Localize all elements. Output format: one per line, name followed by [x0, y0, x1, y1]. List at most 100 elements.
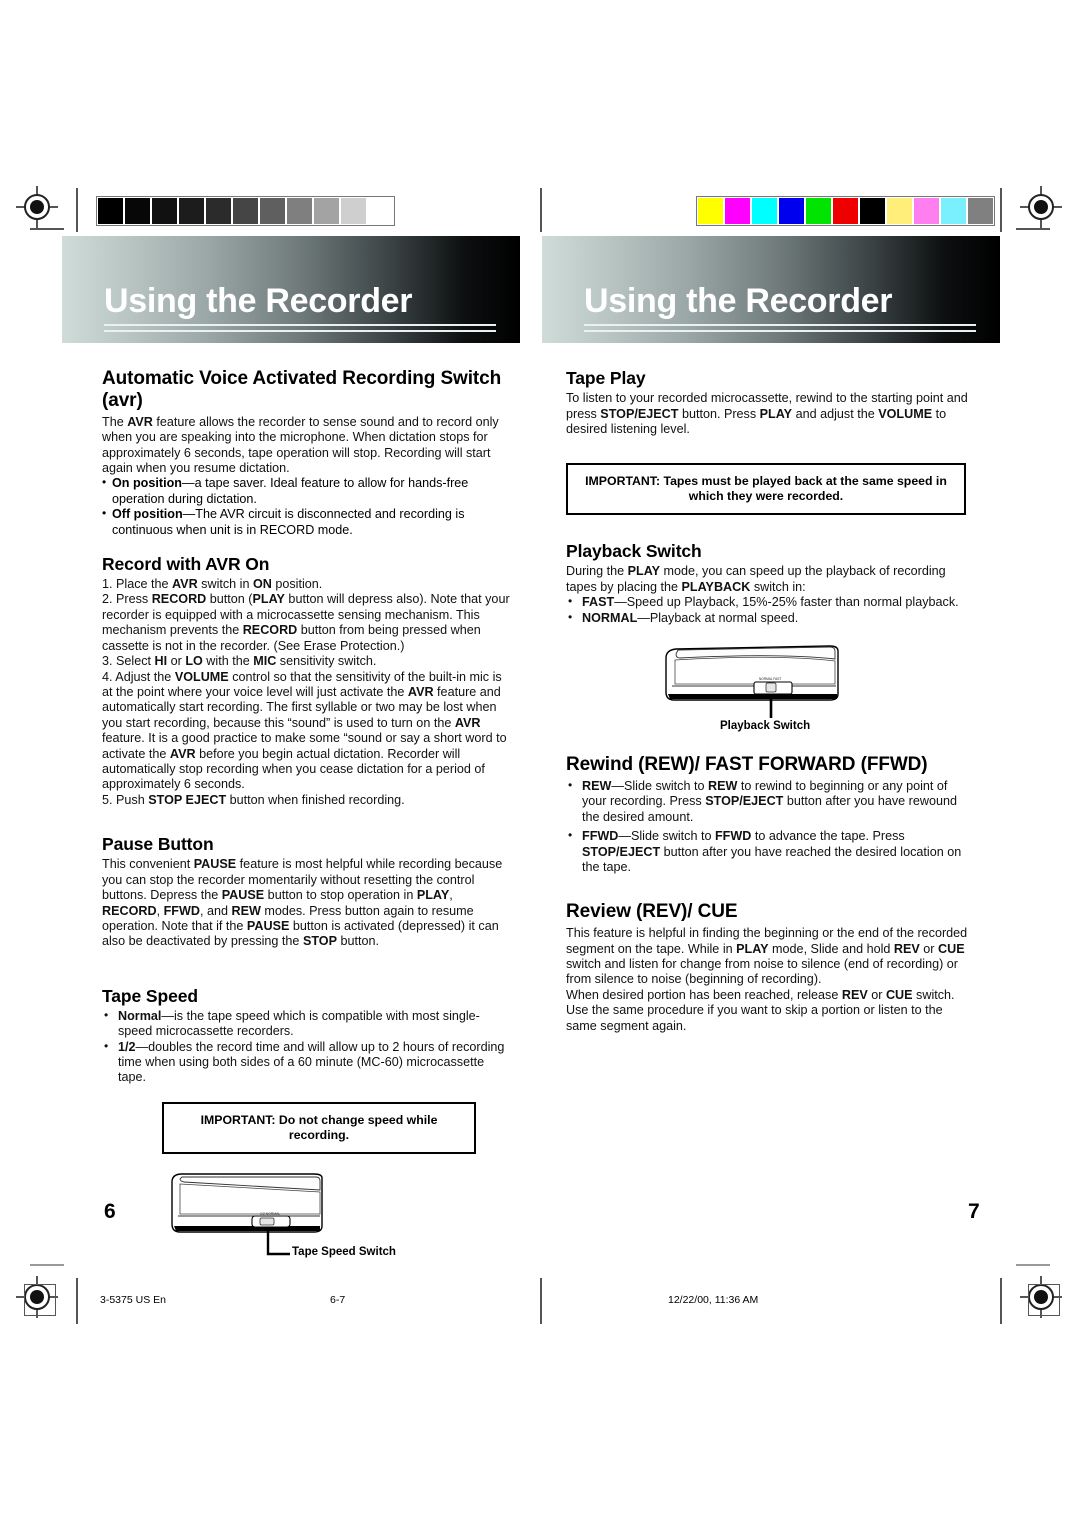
footer-page-range: 6-7	[330, 1294, 346, 1306]
color-swatch	[887, 198, 912, 224]
avr-paragraph: The AVR feature allows the recorder to s…	[102, 414, 499, 475]
list-item: FAST—Speed up Playback, 15%-25% faster t…	[566, 594, 974, 610]
playback-text: —Playback at normal speed.	[637, 610, 799, 625]
record-step-5: 5. Push STOP EJECT button when finished …	[102, 792, 405, 807]
page-number-left: 6	[104, 1200, 116, 1223]
record-step-3: 3. Select HI or LO with the MIC sensitiv…	[102, 654, 377, 669]
color-swatch	[941, 198, 966, 224]
gray-swatch	[179, 198, 204, 224]
grayscale-calibration-bar	[96, 196, 395, 226]
gray-swatch	[341, 198, 366, 224]
tape-speed-text: —is the tape speed which is compatible w…	[118, 1008, 480, 1039]
tape-speed-term: Normal	[118, 1008, 162, 1023]
color-swatch	[779, 198, 804, 224]
trim-tick-top-mid	[540, 188, 542, 232]
color-swatch	[725, 198, 750, 224]
important-box-tape-speed: IMPORTANT: Do not change speed while rec…	[162, 1101, 476, 1154]
gray-swatch	[368, 198, 393, 224]
gray-swatch	[260, 198, 285, 224]
list-item: On position—a tape saver. Ideal feature …	[102, 475, 510, 507]
playback-term: FAST	[582, 595, 615, 610]
important-box-line2: they were recorded.	[727, 489, 844, 504]
playback-switch-illustration: NORMAL FAST Playback Switch	[658, 642, 974, 738]
registration-mark-top-right	[1020, 186, 1062, 228]
list-item: FFWD—Slide switch to FFWD to advance the…	[566, 828, 974, 875]
banner-left: Using the Recorder	[62, 236, 520, 343]
review-cue-paragraph-3: Use the same procedure if you want to sk…	[566, 1003, 943, 1033]
svg-text:NORMAL FAST: NORMAL FAST	[759, 677, 781, 681]
footer-timestamp: 12/22/00, 11:36 AM	[668, 1294, 759, 1306]
heading-review-cue: Review (REV)/ CUE	[566, 901, 738, 923]
footer-divider-left	[76, 1278, 78, 1324]
record-step-4: 4. Adjust the VOLUME control so that the…	[102, 669, 507, 792]
color-swatch	[752, 198, 777, 224]
ffwd-text: —Slide switch to FFWD to advance the tap…	[582, 829, 962, 874]
playback-term: NORMAL	[582, 610, 638, 625]
record-step-1: 1. Place the AVR switch in ON position.	[102, 577, 323, 592]
rewind-text: —Slide switch to REW to rewind to beginn…	[582, 778, 957, 824]
playback-text: —Speed up Playback, 15%-25% faster than …	[614, 595, 959, 610]
list-item: NORMAL—Playback at normal speed.	[566, 610, 974, 626]
color-swatch	[833, 198, 858, 224]
review-cue-paragraph-2: When desired portion has been reached, r…	[566, 987, 955, 1002]
banner-right: Using the Recorder	[542, 236, 1000, 343]
left-page-content: Automatic Voice Activated Recording Swit…	[102, 368, 510, 1268]
tape-speed-bullet-list: Normal—is the tape speed which is compat…	[102, 1008, 510, 1086]
playback-switch-callout: Playback Switch	[720, 720, 811, 733]
trim-tick-edge-right	[1016, 1264, 1050, 1266]
pause-button-paragraph: This convenient PAUSE feature is most he…	[102, 857, 503, 949]
color-swatch	[968, 198, 993, 224]
color-swatch	[698, 198, 723, 224]
tape-play-paragraph: To listen to your recorded microcassette…	[566, 391, 968, 436]
banner-title-right: Using the Recorder	[584, 282, 893, 320]
gray-swatch	[233, 198, 258, 224]
tape-speed-switch-illustration: 1/2 NORMAL Tape Speed Switch	[164, 1168, 510, 1268]
footer-doc-code: 3-5375 US En	[100, 1294, 166, 1306]
heading-playback-switch: Playback Switch	[566, 541, 702, 562]
footer-divider-center	[540, 1278, 542, 1324]
list-item: Normal—is the tape speed which is compat…	[102, 1008, 510, 1040]
gray-swatch	[314, 198, 339, 224]
tape-speed-switch-callout: Tape Speed Switch	[292, 1245, 396, 1258]
gray-swatch	[206, 198, 231, 224]
important-box-text: IMPORTANT: Do not change speed while rec…	[200, 1112, 438, 1142]
color-calibration-bar	[696, 196, 995, 226]
page-number-right: 7	[968, 1200, 980, 1223]
ffwd-term: FFWD	[582, 829, 619, 844]
registration-mark-bottom-right	[1020, 1276, 1062, 1318]
color-swatch	[860, 198, 885, 224]
footer-divider-right	[1000, 1278, 1002, 1324]
gray-swatch	[125, 198, 150, 224]
trim-tick-edge-left	[30, 1264, 64, 1266]
playback-switch-bullet-list: FAST—Speed up Playback, 15%-25% faster t…	[566, 594, 974, 626]
trim-tick-edge-top-left	[30, 228, 64, 230]
tape-speed-term: 1/2	[118, 1039, 136, 1054]
gray-swatch	[152, 198, 177, 224]
list-item: 1/2—doubles the record time and will all…	[102, 1039, 510, 1086]
list-item: REW—Slide switch to REW to rewind to beg…	[566, 778, 974, 825]
gray-swatch	[98, 198, 123, 224]
list-item: Off position—The AVR circuit is disconne…	[102, 506, 510, 538]
playback-switch-paragraph: During the PLAY mode, you can speed up t…	[566, 564, 946, 594]
important-box-tape-play: IMPORTANT: Tapes must be played back at …	[566, 463, 966, 516]
color-swatch	[914, 198, 939, 224]
heading-avr: Automatic Voice Activated Recording Swit…	[102, 368, 502, 411]
registration-mark-top-left	[16, 186, 58, 228]
heading-tape-play: Tape Play	[566, 368, 646, 388]
right-page-content: Tape Play To listen to your recorded mic…	[566, 368, 974, 1034]
gray-swatch	[287, 198, 312, 224]
tape-speed-text: —doubles the record time and will allow …	[118, 1039, 505, 1085]
trim-tick-top-left	[76, 188, 78, 232]
trim-tick-edge-top-right	[1016, 228, 1050, 230]
record-step-2: 2. Press RECORD button (PLAY button will…	[102, 592, 510, 653]
heading-rewind-ffwd: Rewind (REW)/ FAST FORWARD (FFWD)	[566, 754, 928, 776]
color-swatch	[806, 198, 831, 224]
trim-tick-top-right	[1000, 188, 1002, 232]
avr-bullet-term: Off position	[112, 507, 183, 522]
heading-tape-speed: Tape Speed	[102, 985, 198, 1006]
printed-page-spread: Using the Recorder Using the Recorder Au…	[0, 0, 1080, 1528]
svg-text:1/2 NORMAL: 1/2 NORMAL	[260, 1212, 280, 1216]
heading-record-with-avr-on: Record with AVR On	[102, 553, 270, 574]
review-cue-paragraph-1: This feature is helpful in finding the b…	[566, 926, 968, 987]
avr-bullet-term: On position	[112, 476, 182, 491]
